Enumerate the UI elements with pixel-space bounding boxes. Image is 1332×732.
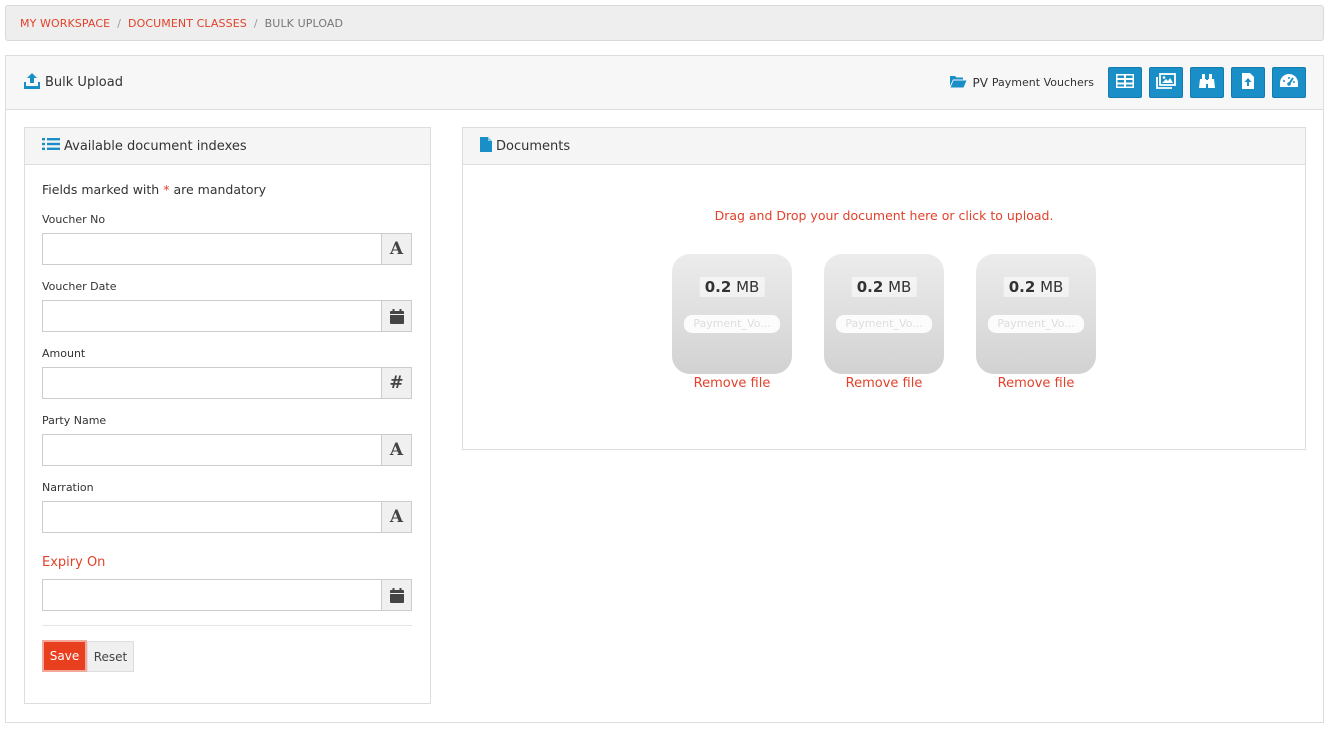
file-size: 0.2 MB <box>851 277 917 297</box>
panel-header: Bulk Upload PV Payment Vouchers <box>6 56 1323 110</box>
remove-file-link[interactable]: Remove file <box>824 376 944 391</box>
voucher-no-label: Voucher No <box>42 213 106 226</box>
breadcrumb-document-classes[interactable]: DOCUMENT CLASSES <box>128 17 247 30</box>
text-type-icon: A <box>381 234 411 264</box>
number-type-icon: # <box>381 368 411 398</box>
party-name-input[interactable] <box>43 435 381 465</box>
voucher-date-label: Voucher Date <box>42 280 117 293</box>
binoculars-icon <box>1198 73 1216 92</box>
file-size: 0.2 MB <box>1003 277 1069 297</box>
narration-group: A <box>42 501 412 533</box>
amount-group: # <box>42 367 412 399</box>
file-preview: 0.2 MB Payment_Vo... Remove file <box>976 254 1096 391</box>
party-name-label: Party Name <box>42 414 107 427</box>
narration-label: Narration <box>42 481 94 494</box>
remove-file-link[interactable]: Remove file <box>672 376 792 391</box>
table-view-button[interactable] <box>1108 67 1142 98</box>
file-thumbnail: 0.2 MB Payment_Vo... <box>824 254 944 374</box>
file-thumbnail: 0.2 MB Payment_Vo... <box>976 254 1096 374</box>
bulk-upload-panel: Bulk Upload PV Payment Vouchers Availabl… <box>5 55 1324 723</box>
images-icon <box>1156 73 1176 92</box>
breadcrumb-my-workspace[interactable]: MY WORKSPACE <box>20 17 110 30</box>
documents-panel-title: Documents <box>496 138 571 154</box>
search-button[interactable] <box>1190 67 1224 98</box>
file-name: Payment_Vo... <box>836 315 932 333</box>
breadcrumb: MY WORKSPACE / DOCUMENT CLASSES / BULK U… <box>5 5 1324 41</box>
folder-open-icon <box>949 74 972 91</box>
form-divider <box>42 625 412 626</box>
dropzone-message[interactable]: Drag and Drop your document here or clic… <box>463 208 1305 223</box>
mandatory-note-suffix: are mandatory <box>173 182 267 197</box>
expiry-on-input[interactable] <box>43 580 381 610</box>
file-size-unit: MB <box>888 278 912 296</box>
file-size: 0.2 MB <box>699 277 765 297</box>
expiry-on-group <box>42 579 412 611</box>
text-type-icon: A <box>381 435 411 465</box>
file-thumbnail: 0.2 MB Payment_Vo... <box>672 254 792 374</box>
expiry-on-label: Expiry On <box>42 555 106 570</box>
file-size-unit: MB <box>736 278 760 296</box>
document-class-code: PV <box>972 75 988 90</box>
mandatory-note: Fields marked with * are mandatory <box>42 182 266 197</box>
file-icon <box>480 136 496 156</box>
dashboard-icon <box>1279 73 1299 92</box>
voucher-date-input[interactable] <box>43 301 381 331</box>
file-preview: 0.2 MB Payment_Vo... Remove file <box>672 254 792 391</box>
dashboard-button[interactable] <box>1272 67 1306 98</box>
remove-file-link[interactable]: Remove file <box>976 376 1096 391</box>
file-upload-icon <box>1241 72 1255 93</box>
upload-icon <box>23 72 45 93</box>
toolbar: PV Payment Vouchers <box>949 67 1306 98</box>
calendar-icon[interactable] <box>381 580 411 610</box>
file-preview: 0.2 MB Payment_Vo... Remove file <box>824 254 944 391</box>
amount-label: Amount <box>42 347 86 360</box>
save-button[interactable]: Save <box>42 640 87 672</box>
calendar-icon[interactable] <box>381 301 411 331</box>
indexes-panel-header: Available document indexes <box>25 128 430 165</box>
documents-panel-header: Documents <box>463 128 1305 165</box>
mandatory-star: * <box>163 182 170 197</box>
document-class-name: Payment Vouchers <box>991 76 1094 89</box>
party-name-group: A <box>42 434 412 466</box>
document-class-label: PV Payment Vouchers <box>949 74 1094 91</box>
documents-panel: Documents Drag and Drop your document he… <box>462 127 1306 450</box>
voucher-no-input[interactable] <box>43 234 381 264</box>
voucher-no-group: A <box>42 233 412 265</box>
file-size-value: 0.2 <box>704 278 732 296</box>
breadcrumb-current: BULK UPLOAD <box>264 16 344 30</box>
file-size-value: 0.2 <box>1008 278 1036 296</box>
list-icon <box>42 137 64 155</box>
file-name: Payment_Vo... <box>684 315 780 333</box>
page-title-text: Bulk Upload <box>45 75 123 90</box>
voucher-date-group <box>42 300 412 332</box>
reset-button[interactable]: Reset <box>87 641 134 672</box>
narration-input[interactable] <box>43 502 381 532</box>
breadcrumb-separator: / <box>253 16 258 30</box>
file-name: Payment_Vo... <box>988 315 1084 333</box>
file-size-unit: MB <box>1040 278 1064 296</box>
breadcrumb-separator: / <box>117 16 121 30</box>
file-size-value: 0.2 <box>856 278 884 296</box>
gallery-button[interactable] <box>1149 67 1183 98</box>
upload-file-button[interactable] <box>1231 67 1265 98</box>
mandatory-note-prefix: Fields marked with <box>42 182 160 197</box>
indexes-panel-title: Available document indexes <box>64 138 247 154</box>
amount-input[interactable] <box>43 368 381 398</box>
table-icon <box>1115 73 1135 91</box>
text-type-icon: A <box>381 502 411 532</box>
page-title: Bulk Upload <box>23 72 123 93</box>
document-indexes-panel: Available document indexes Fields marked… <box>24 127 431 704</box>
